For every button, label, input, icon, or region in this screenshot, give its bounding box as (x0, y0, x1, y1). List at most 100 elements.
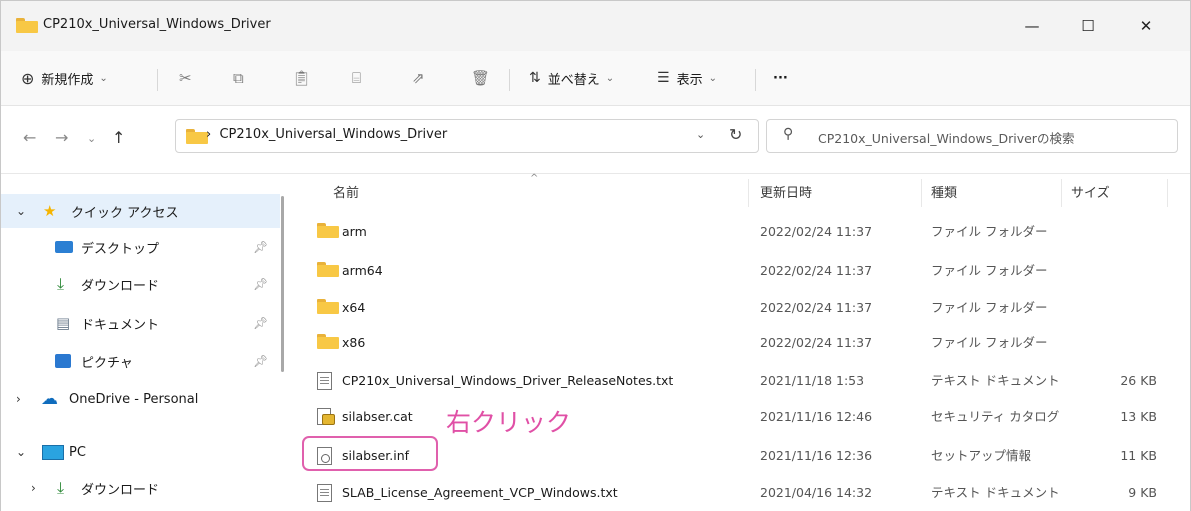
annotation-label: 右クリック (446, 408, 572, 437)
column-divider[interactable] (921, 179, 922, 207)
nav-item-pc[interactable]: ⌄ PC (1, 435, 280, 469)
column-header-type[interactable]: 種類 (931, 174, 957, 208)
sort-button[interactable]: ⇅ 並べ替え ⌄ (529, 65, 614, 91)
file-row[interactable]: SLAB_License_Agreement_VCP_Windows.txt 2… (301, 475, 1189, 510)
breadcrumb[interactable]: › CP210x_Universal_Windows_Driver (206, 127, 447, 142)
maximize-button[interactable]: ☐ (1065, 9, 1111, 43)
share-button[interactable]: ⇗ (412, 65, 425, 91)
close-button[interactable]: ✕ (1123, 9, 1169, 43)
search-placeholder: CP210x_Universal_Windows_Driverの検索 (818, 131, 1075, 146)
view-icon: ☰ (657, 70, 670, 86)
nav-item-onedrive[interactable]: › ☁ OneDrive - Personal (1, 382, 280, 416)
file-date: 2021/11/16 12:46 (760, 409, 873, 424)
expand-chevron-icon[interactable]: ⌄ (16, 445, 26, 459)
rename-button[interactable]: ⌸ (352, 65, 361, 91)
chevron-down-icon: ⌄ (708, 72, 717, 84)
folder-icon (317, 262, 339, 280)
breadcrumb-separator-icon: › (206, 127, 220, 142)
nav-scrollbar[interactable] (281, 196, 284, 372)
nav-label: クイック アクセス (71, 205, 179, 221)
file-row[interactable]: x64 2022/02/24 11:37 ファイル フォルダー (301, 290, 1189, 325)
paste-button[interactable]: 📋︎ (292, 65, 311, 91)
nav-item-documents[interactable]: ▤ ドキュメント 📌︎ (1, 306, 280, 340)
divider (157, 69, 158, 91)
nav-quick-access[interactable]: ⌄ ★ クイック アクセス (1, 194, 280, 228)
column-header-size[interactable]: サイズ (1071, 174, 1110, 208)
file-date: 2021/04/16 14:32 (760, 485, 873, 500)
recent-chevron-icon[interactable]: ⌄ (87, 132, 96, 145)
nav-label: OneDrive - Personal (69, 391, 199, 407)
explorer-window: CP210x_Universal_Windows_Driver — ☐ ✕ ⊕ … (0, 0, 1191, 511)
column-divider[interactable] (1061, 179, 1062, 207)
file-row[interactable]: silabser.cat 2021/11/16 12:46 セキュリティ カタロ… (301, 399, 1189, 434)
file-name: x64 (342, 300, 366, 315)
file-size (1071, 290, 1157, 325)
file-name: CP210x_Universal_Windows_Driver_ReleaseN… (342, 373, 674, 388)
file-type: セットアップ情報 (931, 448, 1032, 463)
nav-label: ドキュメント (81, 317, 160, 333)
nav-item-desktop[interactable]: デスクトップ 📌︎ (1, 230, 280, 264)
rename-icon: ⌸ (352, 69, 362, 87)
file-type: テキスト ドキュメント (931, 373, 1060, 388)
file-size: 26 KB (1120, 373, 1157, 388)
search-box[interactable]: ⚲ CP210x_Universal_Windows_Driverの検索 (766, 119, 1178, 153)
refresh-icon[interactable]: ↻ (729, 125, 742, 144)
column-header-name[interactable]: 名前 (333, 174, 359, 208)
trash-icon: 🗑︎ (471, 69, 491, 87)
file-date: 2022/02/24 11:37 (760, 335, 873, 350)
back-arrow-icon[interactable]: ← (23, 128, 36, 147)
delete-button[interactable]: 🗑︎ (471, 65, 490, 91)
column-divider[interactable] (1167, 179, 1168, 207)
chevron-down-icon[interactable]: ⌄ (696, 128, 705, 141)
pictures-icon (55, 354, 71, 368)
view-button[interactable]: ☰ 表示 ⌄ (657, 65, 717, 91)
pin-icon[interactable]: 📌︎ (253, 240, 268, 254)
nav-item-pictures[interactable]: ピクチャ 📌︎ (1, 344, 280, 378)
file-row[interactable]: arm64 2022/02/24 11:37 ファイル フォルダー (301, 253, 1189, 288)
sort-ascending-icon: ^ (530, 173, 539, 184)
title-bar: CP210x_Universal_Windows_Driver — ☐ ✕ (1, 1, 1190, 51)
forward-arrow-icon[interactable]: → (55, 128, 68, 147)
folder-icon (186, 129, 208, 148)
nav-item-downloads[interactable]: ⤓ ダウンロード 📌︎ (1, 267, 280, 301)
expand-chevron-icon[interactable]: › (16, 392, 21, 406)
column-divider[interactable] (748, 179, 749, 207)
folder-icon (317, 223, 339, 241)
pin-icon[interactable]: 📌︎ (253, 316, 268, 330)
search-icon: ⚲ (783, 126, 794, 142)
cut-button[interactable]: ✂ (179, 65, 192, 91)
more-button[interactable]: ··· (773, 65, 788, 91)
file-row[interactable]: arm 2022/02/24 11:37 ファイル フォルダー (301, 214, 1189, 249)
document-icon: ▤ (56, 314, 71, 332)
new-button[interactable]: ⊕ 新規作成 ⌄ (21, 65, 108, 91)
expand-chevron-icon[interactable]: ⌄ (16, 204, 26, 218)
nav-label: デスクトップ (81, 241, 160, 257)
address-bar[interactable]: › CP210x_Universal_Windows_Driver ⌄ ↻ (175, 119, 759, 153)
nav-label: ダウンロード (81, 482, 160, 498)
file-type: テキスト ドキュメント (931, 485, 1060, 500)
divider (509, 69, 510, 91)
file-size (1071, 253, 1157, 288)
new-label: 新規作成 (41, 72, 94, 88)
minimize-button[interactable]: — (1009, 9, 1055, 43)
file-name: silabser.cat (342, 409, 413, 424)
file-type: ファイル フォルダー (931, 335, 1048, 350)
folder-icon (16, 18, 38, 37)
file-type: セキュリティ カタログ (931, 409, 1060, 424)
file-row[interactable]: CP210x_Universal_Windows_Driver_ReleaseN… (301, 363, 1189, 398)
text-file-icon (317, 484, 332, 502)
pin-icon[interactable]: 📌︎ (253, 277, 268, 291)
chevron-down-icon: ⌄ (605, 72, 615, 84)
folder-icon (317, 334, 339, 352)
star-icon: ★ (43, 202, 57, 220)
breadcrumb-item[interactable]: CP210x_Universal_Windows_Driver (219, 127, 447, 142)
copy-button[interactable]: ⧉ (233, 65, 244, 91)
share-icon: ⇗ (412, 69, 425, 87)
column-header-date[interactable]: 更新日時 (760, 174, 812, 208)
up-arrow-icon[interactable]: ↑ (112, 128, 125, 147)
expand-chevron-icon[interactable]: › (31, 481, 36, 495)
file-row[interactable]: x86 2022/02/24 11:37 ファイル フォルダー (301, 325, 1189, 360)
nav-item-pc-downloads[interactable]: › ⤓ ダウンロード (1, 471, 280, 505)
pin-icon[interactable]: 📌︎ (253, 354, 268, 368)
nav-label: PC (69, 444, 86, 460)
